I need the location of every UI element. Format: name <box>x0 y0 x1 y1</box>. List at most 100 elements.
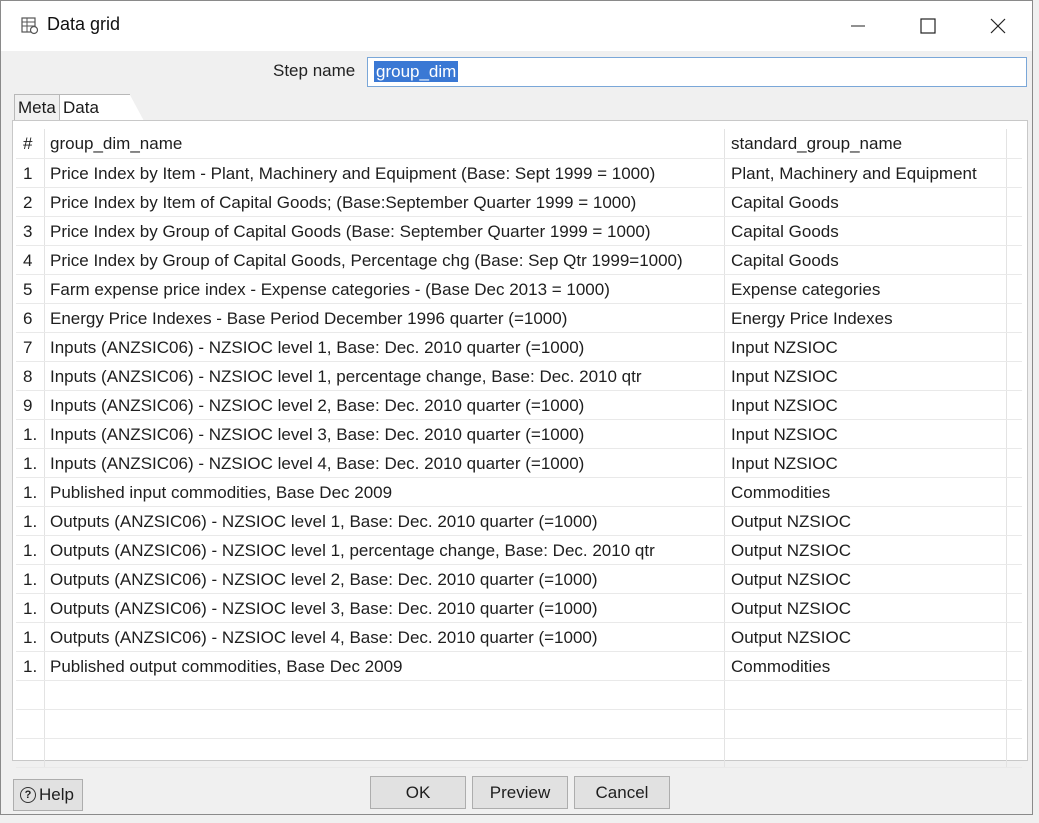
standard-group-name-cell[interactable]: Input NZSIOC <box>724 362 1007 390</box>
row-number-cell[interactable]: 9 <box>16 391 43 419</box>
empty-cell[interactable] <box>16 681 43 709</box>
standard-group-name-cell[interactable]: Input NZSIOC <box>724 420 1007 448</box>
table-row[interactable]: 2 Price Index by Item of Capital Goods; (… <box>16 188 1022 217</box>
row-number-cell[interactable]: 8 <box>16 362 43 390</box>
row-number-cell[interactable]: 1. <box>16 536 43 564</box>
header-standard-group-name[interactable]: standard_group_name <box>724 129 1007 158</box>
empty-cell[interactable] <box>724 710 1007 738</box>
table-row[interactable]: 8 Inputs (ANZSIC06) - NZSIOC level 1, per… <box>16 362 1022 391</box>
row-number-cell[interactable]: 1. <box>16 449 43 477</box>
standard-group-name-cell[interactable]: Output NZSIOC <box>724 623 1007 651</box>
standard-group-name-cell[interactable]: Commodities <box>724 652 1007 680</box>
group-dim-name-cell[interactable]: Outputs (ANZSIC06) - NZSIOC level 1, per… <box>44 536 724 564</box>
row-number-cell[interactable]: 4 <box>16 246 43 274</box>
tab-meta[interactable]: Meta <box>14 94 60 120</box>
maximize-button[interactable] <box>893 1 963 51</box>
group-dim-name-cell[interactable]: Published input commodities, Base Dec 20… <box>44 478 724 506</box>
standard-group-name-cell[interactable]: Input NZSIOC <box>724 449 1007 477</box>
empty-cell[interactable] <box>16 710 43 738</box>
row-number-cell[interactable]: 6 <box>16 304 43 332</box>
standard-group-name-cell[interactable]: Capital Goods <box>724 246 1007 274</box>
group-dim-name-cell[interactable]: Price Index by Group of Capital Goods, P… <box>44 246 724 274</box>
table-row[interactable]: 1. Outputs (ANZSIC06) - NZSIOC level 2, B… <box>16 565 1022 594</box>
group-dim-name-cell[interactable]: Price Index by Group of Capital Goods (B… <box>44 217 724 245</box>
data-panel: # group_dim_name standard_group_name 1 Pr… <box>12 120 1028 768</box>
row-number-cell[interactable]: 1. <box>16 478 43 506</box>
standard-group-name-cell[interactable]: Output NZSIOC <box>724 565 1007 593</box>
row-number-cell[interactable]: 1. <box>16 420 43 448</box>
row-number-cell[interactable]: 1. <box>16 652 43 680</box>
table-row[interactable]: 1. Inputs (ANZSIC06) - NZSIOC level 4, Ba… <box>16 449 1022 478</box>
standard-group-name-cell[interactable]: Expense categories <box>724 275 1007 303</box>
standard-group-name-cell[interactable]: Plant, Machinery and Equipment <box>724 159 1007 187</box>
group-dim-name-cell[interactable]: Outputs (ANZSIC06) - NZSIOC level 4, Bas… <box>44 623 724 651</box>
row-number-cell[interactable]: 5 <box>16 275 43 303</box>
group-dim-name-cell[interactable]: Farm expense price index - Expense categ… <box>44 275 724 303</box>
table-row[interactable]: 4 Price Index by Group of Capital Goods, … <box>16 246 1022 275</box>
empty-table-row[interactable] <box>16 739 1022 768</box>
empty-table-row[interactable] <box>16 681 1022 710</box>
group-dim-name-cell[interactable]: Outputs (ANZSIC06) - NZSIOC level 1, Bas… <box>44 507 724 535</box>
table-row[interactable]: 1. Outputs (ANZSIC06) - NZSIOC level 1, B… <box>16 507 1022 536</box>
table-row[interactable]: 9 Inputs (ANZSIC06) - NZSIOC level 2, Bas… <box>16 391 1022 420</box>
help-button[interactable]: ? Help <box>13 779 83 811</box>
standard-group-name-cell[interactable]: Output NZSIOC <box>724 507 1007 535</box>
row-number-cell[interactable]: 1. <box>16 507 43 535</box>
close-button[interactable] <box>963 1 1033 51</box>
empty-cell[interactable] <box>724 681 1007 709</box>
group-dim-name-cell[interactable]: Price Index by Item - Plant, Machinery a… <box>44 159 724 187</box>
standard-group-name-cell[interactable]: Output NZSIOC <box>724 594 1007 622</box>
table-row[interactable]: 1 Price Index by Item - Plant, Machinery … <box>16 159 1022 188</box>
table-row[interactable]: 1. Published input commodities, Base Dec … <box>16 478 1022 507</box>
row-number-cell[interactable]: 1. <box>16 623 43 651</box>
group-dim-name-cell[interactable]: Inputs (ANZSIC06) - NZSIOC level 4, Base… <box>44 449 724 477</box>
data-grid-dialog: Data grid Step name group_dim Meta Data … <box>0 0 1033 815</box>
standard-group-name-cell[interactable]: Input NZSIOC <box>724 391 1007 419</box>
standard-group-name-cell[interactable]: Input NZSIOC <box>724 333 1007 361</box>
table-row[interactable]: 1. Inputs (ANZSIC06) - NZSIOC level 3, Ba… <box>16 420 1022 449</box>
standard-group-name-cell[interactable]: Output NZSIOC <box>724 536 1007 564</box>
table-row[interactable]: 1. Outputs (ANZSIC06) - NZSIOC level 1, p… <box>16 536 1022 565</box>
cancel-button[interactable]: Cancel <box>574 776 670 809</box>
standard-group-name-cell[interactable]: Commodities <box>724 478 1007 506</box>
row-number-cell[interactable]: 7 <box>16 333 43 361</box>
group-dim-name-cell[interactable]: Inputs (ANZSIC06) - NZSIOC level 2, Base… <box>44 391 724 419</box>
table-row[interactable]: 5 Farm expense price index - Expense cate… <box>16 275 1022 304</box>
row-number-cell[interactable]: 1. <box>16 594 43 622</box>
table-row[interactable]: 6 Energy Price Indexes - Base Period Dece… <box>16 304 1022 333</box>
group-dim-name-cell[interactable]: Published output commodities, Base Dec 2… <box>44 652 724 680</box>
preview-button[interactable]: Preview <box>472 776 568 809</box>
step-name-input[interactable]: group_dim <box>367 57 1027 87</box>
row-number-cell[interactable]: 1 <box>16 159 43 187</box>
table-row[interactable]: 1. Published output commodities, Base Dec… <box>16 652 1022 681</box>
table-row[interactable]: 1. Outputs (ANZSIC06) - NZSIOC level 4, B… <box>16 623 1022 652</box>
ok-button[interactable]: OK <box>370 776 466 809</box>
empty-cell[interactable] <box>44 739 724 767</box>
empty-cell[interactable] <box>44 681 724 709</box>
row-number-cell[interactable]: 3 <box>16 217 43 245</box>
group-dim-name-cell[interactable]: Inputs (ANZSIC06) - NZSIOC level 1, perc… <box>44 362 724 390</box>
group-dim-name-cell[interactable]: Price Index by Item of Capital Goods; (B… <box>44 188 724 216</box>
group-dim-name-cell[interactable]: Outputs (ANZSIC06) - NZSIOC level 3, Bas… <box>44 594 724 622</box>
table-row[interactable]: 1. Outputs (ANZSIC06) - NZSIOC level 3, B… <box>16 594 1022 623</box>
table-row[interactable]: 3 Price Index by Group of Capital Goods (… <box>16 217 1022 246</box>
header-group-dim-name[interactable]: group_dim_name <box>44 129 724 158</box>
header-num[interactable]: # <box>16 129 43 158</box>
group-dim-name-cell[interactable]: Inputs (ANZSIC06) - NZSIOC level 3, Base… <box>44 420 724 448</box>
group-dim-name-cell[interactable]: Energy Price Indexes - Base Period Decem… <box>44 304 724 332</box>
standard-group-name-cell[interactable]: Capital Goods <box>724 217 1007 245</box>
empty-cell[interactable] <box>724 739 1007 767</box>
standard-group-name-cell[interactable]: Energy Price Indexes <box>724 304 1007 332</box>
minimize-button[interactable] <box>823 1 893 51</box>
empty-cell[interactable] <box>44 710 724 738</box>
table-row[interactable]: 7 Inputs (ANZSIC06) - NZSIOC level 1, Bas… <box>16 333 1022 362</box>
group-dim-name-cell[interactable]: Outputs (ANZSIC06) - NZSIOC level 2, Bas… <box>44 565 724 593</box>
row-number-cell[interactable]: 1. <box>16 565 43 593</box>
tab-data[interactable]: Data <box>60 94 144 121</box>
group-dim-name-cell[interactable]: Inputs (ANZSIC06) - NZSIOC level 1, Base… <box>44 333 724 361</box>
standard-group-name-cell[interactable]: Capital Goods <box>724 188 1007 216</box>
grid-icon <box>21 17 39 35</box>
empty-table-row[interactable] <box>16 710 1022 739</box>
row-number-cell[interactable]: 2 <box>16 188 43 216</box>
empty-cell[interactable] <box>16 739 43 767</box>
